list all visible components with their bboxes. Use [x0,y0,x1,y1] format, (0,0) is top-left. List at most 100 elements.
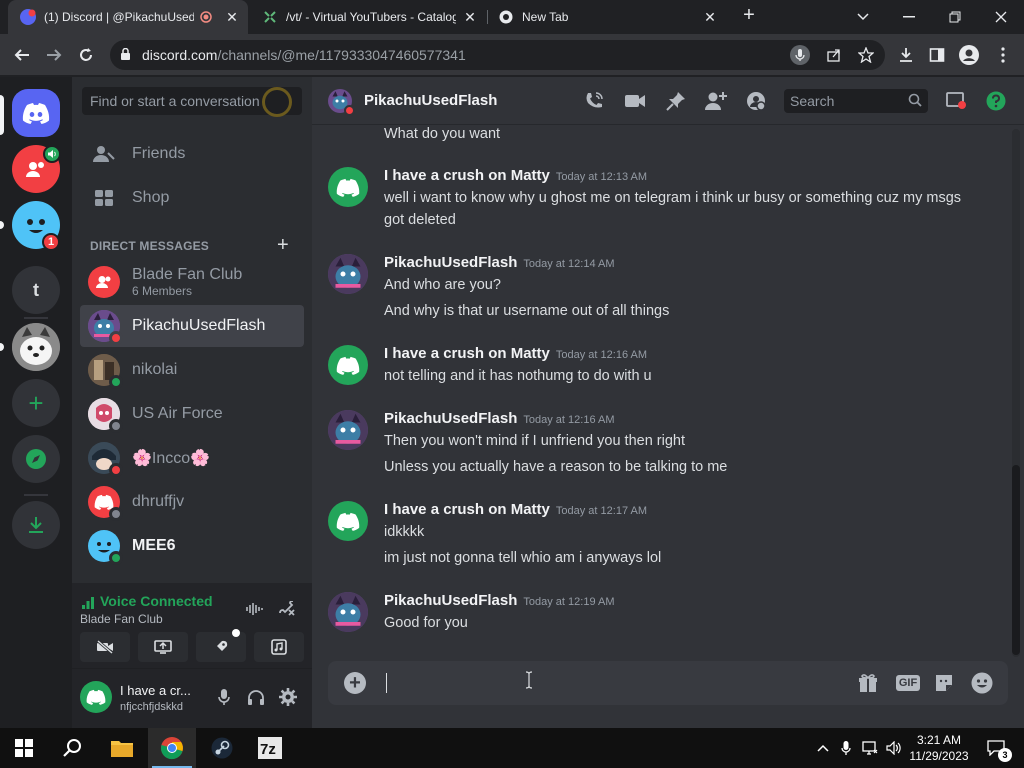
back-button[interactable] [9,43,35,67]
tab-search-button[interactable] [840,0,886,34]
show-hidden-icons-button[interactable] [813,738,833,758]
message-author[interactable]: I have a crush on Matty Today at 12:16 AM [384,345,647,362]
avatar[interactable] [328,410,368,450]
dm-item-blade-fan-club[interactable]: Blade Fan Club 6 Members [80,261,304,303]
avatar[interactable] [328,89,355,116]
upload-attachment-button[interactable]: + [344,672,366,694]
cat-server-button[interactable] [12,323,60,371]
close-tab-icon[interactable]: ✕ [462,9,478,25]
avatar[interactable] [328,254,368,294]
sticker-picker-button[interactable] [932,671,956,695]
create-dm-button[interactable]: + [277,234,289,257]
download-apps-button[interactable] [12,501,60,549]
disconnect-button[interactable] [274,596,300,622]
tab-new-tab[interactable]: New Tab ✕ [490,0,726,34]
steam-taskbar-button[interactable] [198,728,246,768]
direct-messages-home-button[interactable] [12,89,60,137]
voice-channel-name[interactable]: Blade Fan Club [80,612,163,626]
dm-item-nikolai[interactable]: nikolai [80,349,304,391]
screen-share-button[interactable] [138,632,188,662]
close-tab-icon[interactable]: ✕ [224,9,240,25]
microphone-tray-icon[interactable] [836,738,856,758]
dm-item-dhruffjv[interactable]: dhruffjv [80,481,304,523]
server-t-button[interactable]: t [12,266,60,314]
dm-item-pikachuusedflash[interactable]: PikachuUsedFlash [80,305,304,347]
microphone-icon [218,689,230,705]
dm-item-incco[interactable]: 🌸Incco🌸 [80,437,304,479]
avatar[interactable] [328,167,368,207]
action-center-button[interactable]: 3 [984,738,1012,762]
deafen-button[interactable] [244,685,268,709]
avatar [88,310,123,345]
share-icon[interactable] [824,45,844,65]
pinned-messages-button[interactable] [664,89,688,113]
taskbar-clock[interactable]: 3:21 AM 11/29/2023 [900,732,978,764]
new-tab-button[interactable]: + [738,5,760,27]
avatar[interactable] [328,501,368,541]
headphones-icon [248,690,264,705]
avatar[interactable] [328,592,368,632]
close-window-button[interactable] [978,0,1024,34]
explore-servers-button[interactable] [12,435,60,483]
side-panel-icon[interactable] [926,44,948,66]
message-input[interactable] [382,671,822,695]
restore-button[interactable] [932,0,978,34]
friends-nav-item[interactable]: Friends [80,133,304,175]
close-tab-icon[interactable]: ✕ [702,9,718,25]
start-video-call-button[interactable] [623,89,647,113]
tab-vt[interactable]: /vt/ - Virtual YouTubers - Catalog ✕ [250,0,486,34]
network-tray-icon[interactable] [860,738,880,758]
minimize-button[interactable] [886,0,932,34]
chat-title[interactable]: PikachuUsedFlash [364,92,497,109]
add-server-button[interactable]: + [12,379,60,427]
gif-picker-button[interactable]: GIF [894,671,922,695]
hang-up-icon [279,601,295,616]
file-explorer-button[interactable] [98,728,146,768]
shop-nav-item[interactable]: Shop [80,177,304,219]
message-search-input[interactable]: Search [784,89,928,113]
address-bar[interactable]: discord.com/channels/@me/117933304746057… [110,40,885,70]
help-button[interactable] [984,89,1008,113]
reload-button[interactable] [73,43,99,67]
downloads-icon[interactable] [895,44,917,66]
7zip-taskbar-button[interactable]: 7z [246,728,294,768]
dm-item-mee6[interactable]: MEE6 [80,525,304,567]
mute-button[interactable] [212,685,236,709]
inbox-button[interactable] [944,89,968,113]
chrome-taskbar-button[interactable] [148,728,196,768]
message-author[interactable]: I have a crush on Matty Today at 12:13 AM [384,167,647,184]
profile-avatar-icon[interactable] [958,44,980,66]
username[interactable]: I have a cr... [120,683,191,698]
forward-button[interactable] [41,43,67,67]
microphone-icon[interactable] [790,45,810,65]
user-tag[interactable]: nfjcchfjdskkd [120,701,183,713]
search-button[interactable] [48,728,96,768]
activity-button[interactable] [196,629,246,662]
scrollbar-thumb[interactable] [1012,465,1020,655]
emoji-picker-button[interactable] [970,671,994,695]
message-author[interactable]: I have a crush on Matty Today at 12:17 AM [384,501,647,518]
avatar[interactable] [328,345,368,385]
gift-nitro-button[interactable] [856,671,880,695]
chrome-menu-icon[interactable] [992,44,1014,66]
message-author[interactable]: PikachuUsedFlash Today at 12:19 AM [384,592,615,609]
message-author[interactable]: PikachuUsedFlash Today at 12:16 AM [384,410,615,427]
soundboard-button[interactable] [254,632,304,662]
start-voice-call-button[interactable] [582,89,606,113]
message-scrollbar[interactable] [1012,129,1020,657]
notification-count-badge: 3 [998,748,1012,762]
user-settings-button[interactable] [276,685,300,709]
search-icon [63,739,81,757]
dm-item-us-air-force[interactable]: US Air Force [80,393,304,435]
tab-discord[interactable]: (1) Discord | @PikachuUsedF ✕ [8,0,248,34]
message-author[interactable]: PikachuUsedFlash Today at 12:14 AM [384,254,615,271]
lock-icon[interactable] [120,47,131,66]
user-profile-toggle-button[interactable] [744,89,768,113]
avatar[interactable] [80,681,112,713]
add-friends-to-dm-button[interactable] [704,89,728,113]
start-button[interactable] [0,728,48,768]
voice-status[interactable]: Voice Connected [100,593,213,609]
noise-suppression-button[interactable] [242,596,268,622]
camera-off-button[interactable] [80,632,130,662]
bookmark-star-icon[interactable] [856,45,876,65]
